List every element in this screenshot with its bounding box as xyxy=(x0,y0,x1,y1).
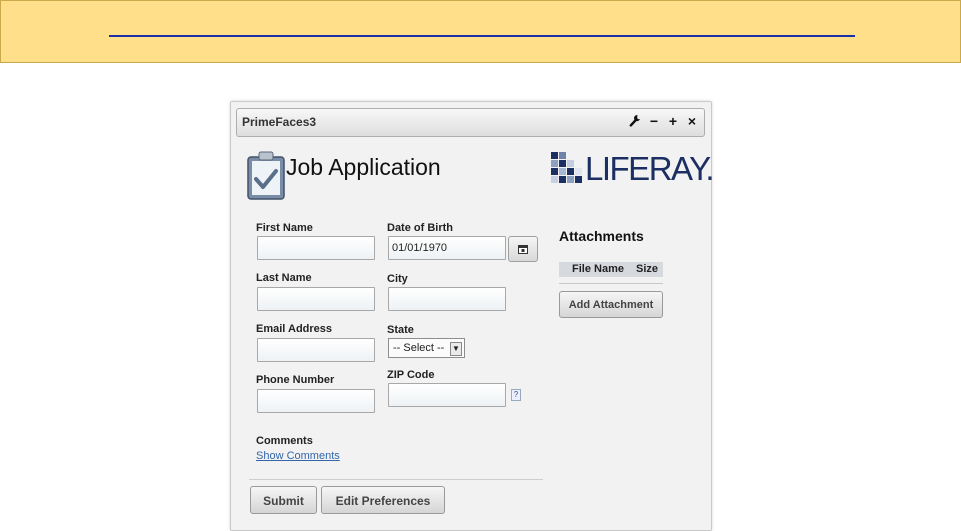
portlet-titlebar: PrimeFaces3 − + × xyxy=(236,108,705,137)
calendar-button[interactable] xyxy=(508,236,538,262)
phone-input[interactable] xyxy=(257,389,375,413)
show-comments-link[interactable]: Show Comments xyxy=(256,450,340,462)
edit-preferences-button[interactable]: Edit Preferences xyxy=(321,486,445,514)
first-name-label: First Name xyxy=(256,222,313,234)
dob-label: Date of Birth xyxy=(387,222,453,234)
email-input[interactable] xyxy=(257,338,375,362)
zip-label: ZIP Code xyxy=(387,369,435,381)
city-input[interactable] xyxy=(388,287,506,311)
maximize-icon[interactable]: + xyxy=(667,114,679,129)
zip-input[interactable] xyxy=(388,383,506,407)
liferay-logo: LIFERAY. xyxy=(551,150,715,188)
submit-button[interactable]: Submit xyxy=(250,486,317,514)
dob-input[interactable] xyxy=(388,236,506,260)
state-label: State xyxy=(387,324,414,336)
close-icon[interactable]: × xyxy=(686,114,698,129)
comments-label: Comments xyxy=(256,435,313,447)
liferay-logo-icon xyxy=(551,152,582,183)
add-attachment-button[interactable]: Add Attachment xyxy=(559,291,663,318)
help-icon[interactable]: ? xyxy=(511,389,521,401)
portlet-controls: − + × xyxy=(629,114,698,129)
calendar-icon xyxy=(518,245,528,254)
portlet-window: PrimeFaces3 − + × Job Application LIFERA… xyxy=(230,101,715,531)
email-label: Email Address xyxy=(256,323,333,335)
attachments-title: Attachments xyxy=(559,228,644,244)
size-column-header: Size xyxy=(636,263,659,275)
page-title: Job Application xyxy=(286,154,441,180)
state-selected-value: -- Select -- xyxy=(393,342,445,354)
form-divider xyxy=(249,479,543,480)
wrench-icon[interactable] xyxy=(629,114,641,129)
phone-label: Phone Number xyxy=(256,374,335,386)
logo-wordmark: LIFERAY. xyxy=(585,150,715,187)
portlet-title: PrimeFaces3 xyxy=(242,115,317,129)
minimize-icon[interactable]: − xyxy=(648,114,660,129)
file-name-column-header: File Name xyxy=(572,263,624,275)
first-name-input[interactable] xyxy=(257,236,375,260)
notification-banner xyxy=(0,0,961,63)
last-name-label: Last Name xyxy=(256,272,312,284)
attachments-table-header: File Name Size xyxy=(559,262,663,277)
clipboard-check-icon xyxy=(247,151,285,200)
attachments-divider xyxy=(559,283,663,284)
last-name-input[interactable] xyxy=(257,287,375,311)
dropdown-arrow-icon: ▼ xyxy=(450,342,462,356)
city-label: City xyxy=(387,273,408,285)
banner-link[interactable] xyxy=(109,35,855,37)
state-select[interactable]: -- Select -- ▼ xyxy=(388,338,465,358)
